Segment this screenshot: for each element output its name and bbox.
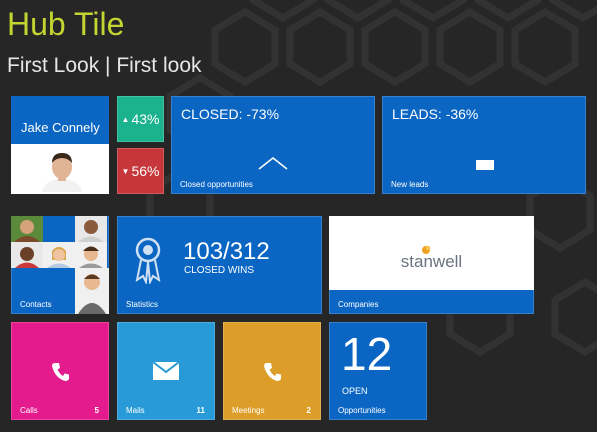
- closed-wins-label: CLOSED WINS: [184, 265, 255, 276]
- closed-opportunities-tile[interactable]: CLOSED: -73% Closed opportunities: [171, 96, 375, 194]
- mails-count: 11: [196, 406, 205, 415]
- leads-heading: LEADS: -36%: [392, 106, 479, 122]
- calls-count: 5: [94, 406, 99, 415]
- new-leads-tile[interactable]: LEADS: -36% New leads: [382, 96, 586, 194]
- contact-photo: [75, 242, 107, 268]
- contact-photo: [75, 216, 107, 242]
- phone-icon: [264, 363, 281, 381]
- phone-icon: [52, 363, 69, 381]
- statistics-tile[interactable]: 103/312 CLOSED WINS Statistics: [117, 216, 322, 314]
- open-opportunities-value: 12: [341, 328, 393, 380]
- meetings-caption: Meetings: [232, 406, 265, 415]
- opportunities-caption: Opportunities: [338, 406, 386, 415]
- page-subtitle: First Look | First look: [7, 54, 202, 77]
- mails-tile[interactable]: Mails 11: [117, 322, 215, 420]
- open-opportunities-label: OPEN: [342, 386, 368, 396]
- decrease-percent-tile[interactable]: ▼ 56%: [117, 148, 164, 194]
- hub-tile-page: Hub Tile First Look | First look Jake Co…: [0, 0, 597, 432]
- increase-percent-value: 43%: [131, 111, 160, 127]
- triangle-up-icon: ▲: [121, 114, 130, 124]
- award-ribbon-icon: [135, 237, 161, 284]
- decrease-percent-content: ▼ 56%: [117, 148, 164, 194]
- increase-percent-content: ▲ 43%: [117, 96, 164, 142]
- decrease-percent-value: 56%: [131, 163, 160, 179]
- opportunities-tile[interactable]: 12 OPEN Opportunities: [329, 322, 427, 420]
- contacts-caption: Contacts: [20, 300, 52, 309]
- contact-photo: [43, 216, 75, 242]
- contact-photo: [75, 268, 109, 314]
- contact-photo: [11, 216, 43, 242]
- chevron-up-icon: [258, 157, 288, 170]
- company-logo-text: stanwell: [400, 252, 463, 271]
- calls-tile[interactable]: Calls 5: [11, 322, 109, 420]
- closed-caption: Closed opportunities: [180, 180, 253, 189]
- mails-caption: Mails: [126, 406, 145, 415]
- page-title: Hub Tile: [7, 6, 125, 42]
- person-name: Jake Connely: [21, 120, 100, 135]
- envelope-icon: [153, 362, 179, 380]
- person-avatar: [42, 153, 82, 192]
- contact-photo: [43, 242, 75, 268]
- triangle-down-icon: ▼: [121, 166, 130, 176]
- companies-caption: Companies: [338, 300, 379, 309]
- companies-tile[interactable]: stanwell Companies: [329, 216, 534, 314]
- increase-percent-tile[interactable]: ▲ 43%: [117, 96, 164, 142]
- company-logo-area: stanwell: [329, 216, 534, 290]
- calls-caption: Calls: [20, 406, 38, 415]
- statistics-caption: Statistics: [126, 300, 159, 309]
- contact-photo: [11, 242, 43, 268]
- meetings-count: 2: [306, 406, 311, 415]
- contacts-tile[interactable]: Contacts: [11, 216, 109, 314]
- closed-wins-value: 103/312: [183, 238, 270, 265]
- rectangle-icon: [476, 160, 494, 170]
- leads-caption: New leads: [391, 180, 429, 189]
- person-tile[interactable]: Jake Connely: [11, 96, 109, 194]
- meetings-tile[interactable]: Meetings 2: [223, 322, 321, 420]
- closed-heading: CLOSED: -73%: [181, 106, 280, 122]
